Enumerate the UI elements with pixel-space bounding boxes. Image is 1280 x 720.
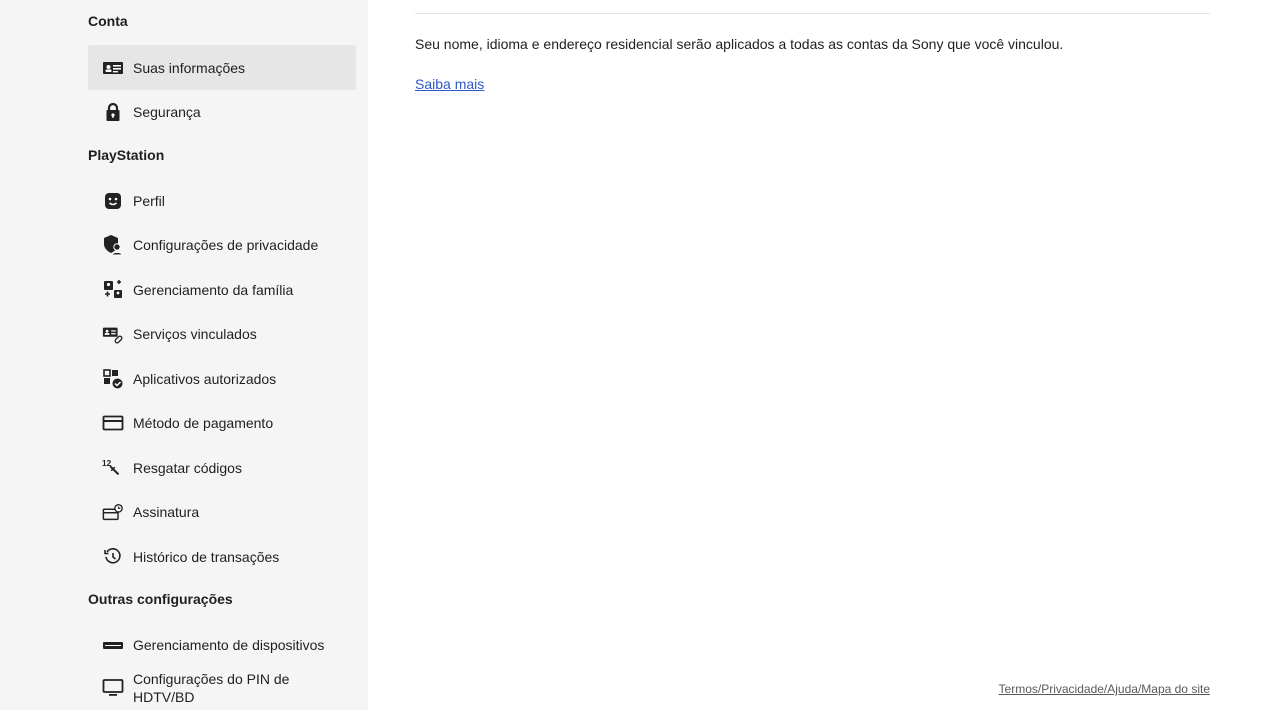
sidebar-item-familia[interactable]: Gerenciamento da família	[88, 267, 356, 312]
sidebar-item-label: Configurações do PIN de HDTV/BD	[133, 671, 290, 705]
sidebar-item-label: Perfil	[133, 192, 165, 209]
sidebar-item-label: Segurança	[133, 103, 201, 120]
sidebar-item-pin-hdtv-bd[interactable]: Configurações do PIN de HDTV/BD	[88, 666, 356, 710]
shield-user-icon	[102, 234, 124, 256]
sidebar-item-label: Gerenciamento de dispositivos	[133, 636, 325, 653]
sidebar-item-seguranca[interactable]: Segurança	[88, 89, 356, 134]
section-title-outras-configuracoes: Outras configurações	[88, 591, 233, 607]
footer-links[interactable]: Termos/Privacidade/Ajuda/Mapa do site	[999, 682, 1210, 696]
sidebar-item-perfil[interactable]: Perfil	[88, 178, 356, 223]
sidebar-item-label: Gerenciamento da família	[133, 281, 294, 298]
sidebar-item-label: Suas informações	[133, 59, 246, 76]
sidebar: Conta Suas informações Segurança PlaySta…	[0, 0, 368, 710]
content-divider	[415, 13, 1210, 14]
sidebar-item-resgatar-codigos[interactable]: 12 Resgatar códigos	[88, 445, 356, 490]
history-icon	[102, 546, 124, 568]
section-title-conta: Conta	[88, 13, 128, 29]
redeem-code-icon: 12	[102, 457, 124, 479]
sidebar-item-label: Método de pagamento	[133, 414, 274, 431]
sidebar-item-label: Aplicativos autorizados	[133, 370, 277, 387]
sidebar-item-aplicativos-autorizados[interactable]: Aplicativos autorizados	[88, 356, 356, 401]
sidebar-item-dispositivos[interactable]: Gerenciamento de dispositivos	[88, 622, 356, 667]
subscription-icon	[102, 501, 124, 523]
family-icon	[102, 279, 124, 301]
sidebar-item-suas-informacoes[interactable]: Suas informações	[88, 45, 356, 90]
account-info-description: Seu nome, idioma e endereço residencial …	[415, 36, 1064, 52]
sidebar-item-label: Configurações de privacidade	[133, 236, 319, 253]
sidebar-item-label: Resgatar códigos	[133, 459, 242, 476]
sidebar-item-privacidade[interactable]: Configurações de privacidade	[88, 222, 356, 267]
device-icon	[102, 634, 124, 656]
section-title-playstation: PlayStation	[88, 147, 165, 163]
sidebar-item-assinatura[interactable]: Assinatura	[88, 489, 356, 534]
monitor-icon	[102, 677, 124, 699]
sidebar-item-label: Histórico de transações	[133, 548, 280, 565]
sidebar-item-servicos-vinculados[interactable]: Serviços vinculados	[88, 311, 356, 356]
sidebar-item-label: Assinatura	[133, 503, 200, 520]
sidebar-item-label: Serviços vinculados	[133, 325, 257, 342]
authorized-apps-icon	[102, 368, 124, 390]
lock-icon	[102, 101, 124, 123]
linked-card-icon	[102, 323, 124, 345]
face-icon	[102, 190, 124, 212]
id-card-icon	[102, 57, 124, 79]
credit-card-icon	[102, 412, 124, 434]
sidebar-item-historico-transacoes[interactable]: Histórico de transações	[88, 534, 356, 579]
learn-more-link[interactable]: Saiba mais	[415, 76, 484, 92]
sidebar-item-metodo-pagamento[interactable]: Método de pagamento	[88, 400, 356, 445]
